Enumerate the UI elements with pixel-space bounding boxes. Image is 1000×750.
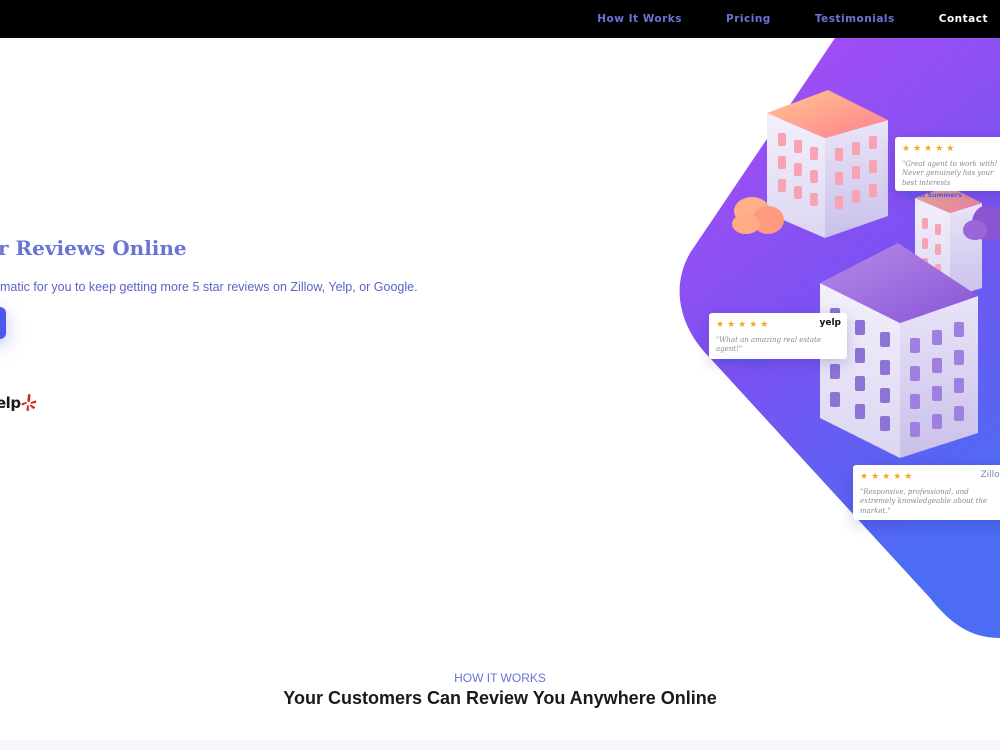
zillow-brand-label: Zillow — [980, 470, 1000, 480]
yelp-logo-text: elp — [0, 394, 21, 412]
yelp-brand-label: yelp — [819, 318, 842, 328]
nav-pricing[interactable]: Pricing — [726, 13, 771, 25]
main-nav: How It Works Pricing Testimonials Contac… — [553, 0, 988, 38]
star-rating: ★★★★★ — [902, 143, 958, 153]
nav-contact[interactable]: Contact — [939, 13, 988, 25]
review-author: Peter Parker — [720, 357, 767, 366]
star-rating: ★★★★★ — [860, 471, 916, 481]
hero-title: r Reviews Online — [0, 236, 187, 260]
review-card-scott: ★★★★★ "Great agent to work with! Never g… — [895, 137, 1000, 199]
review-quote: "What an amazing real estate agent!" — [716, 336, 821, 354]
hero-subtitle: matic for you to keep getting more 5 sta… — [0, 280, 418, 294]
review-author: Scott Summers — [906, 191, 962, 200]
yelp-burst-icon — [20, 394, 36, 411]
building-back-left — [767, 90, 888, 238]
how-it-works-title: Your Customers Can Review You Anywhere O… — [283, 688, 717, 708]
review-card-peter: ★★★★★ yelp "What an amazing real estate … — [709, 313, 847, 366]
how-it-works-eyebrow: HOW IT WORKS — [454, 671, 546, 685]
next-section-band — [0, 740, 1000, 750]
review-quote: "Great agent to work with! Never genuine… — [902, 160, 998, 187]
review-card-tony: ★★★★★ Zillow "Responsive, professional, … — [853, 465, 1000, 527]
nav-how-it-works[interactable]: How It Works — [597, 13, 682, 25]
review-quote: "Responsive, professional, and extremely… — [860, 488, 988, 515]
review-author: Tony Stark — [864, 519, 903, 528]
nav-testimonials[interactable]: Testimonials — [815, 13, 895, 25]
yelp-logo: elp — [0, 393, 37, 413]
top-navbar: How It Works Pricing Testimonials Contac… — [0, 0, 1000, 38]
hero-cta-button[interactable] — [0, 307, 6, 339]
